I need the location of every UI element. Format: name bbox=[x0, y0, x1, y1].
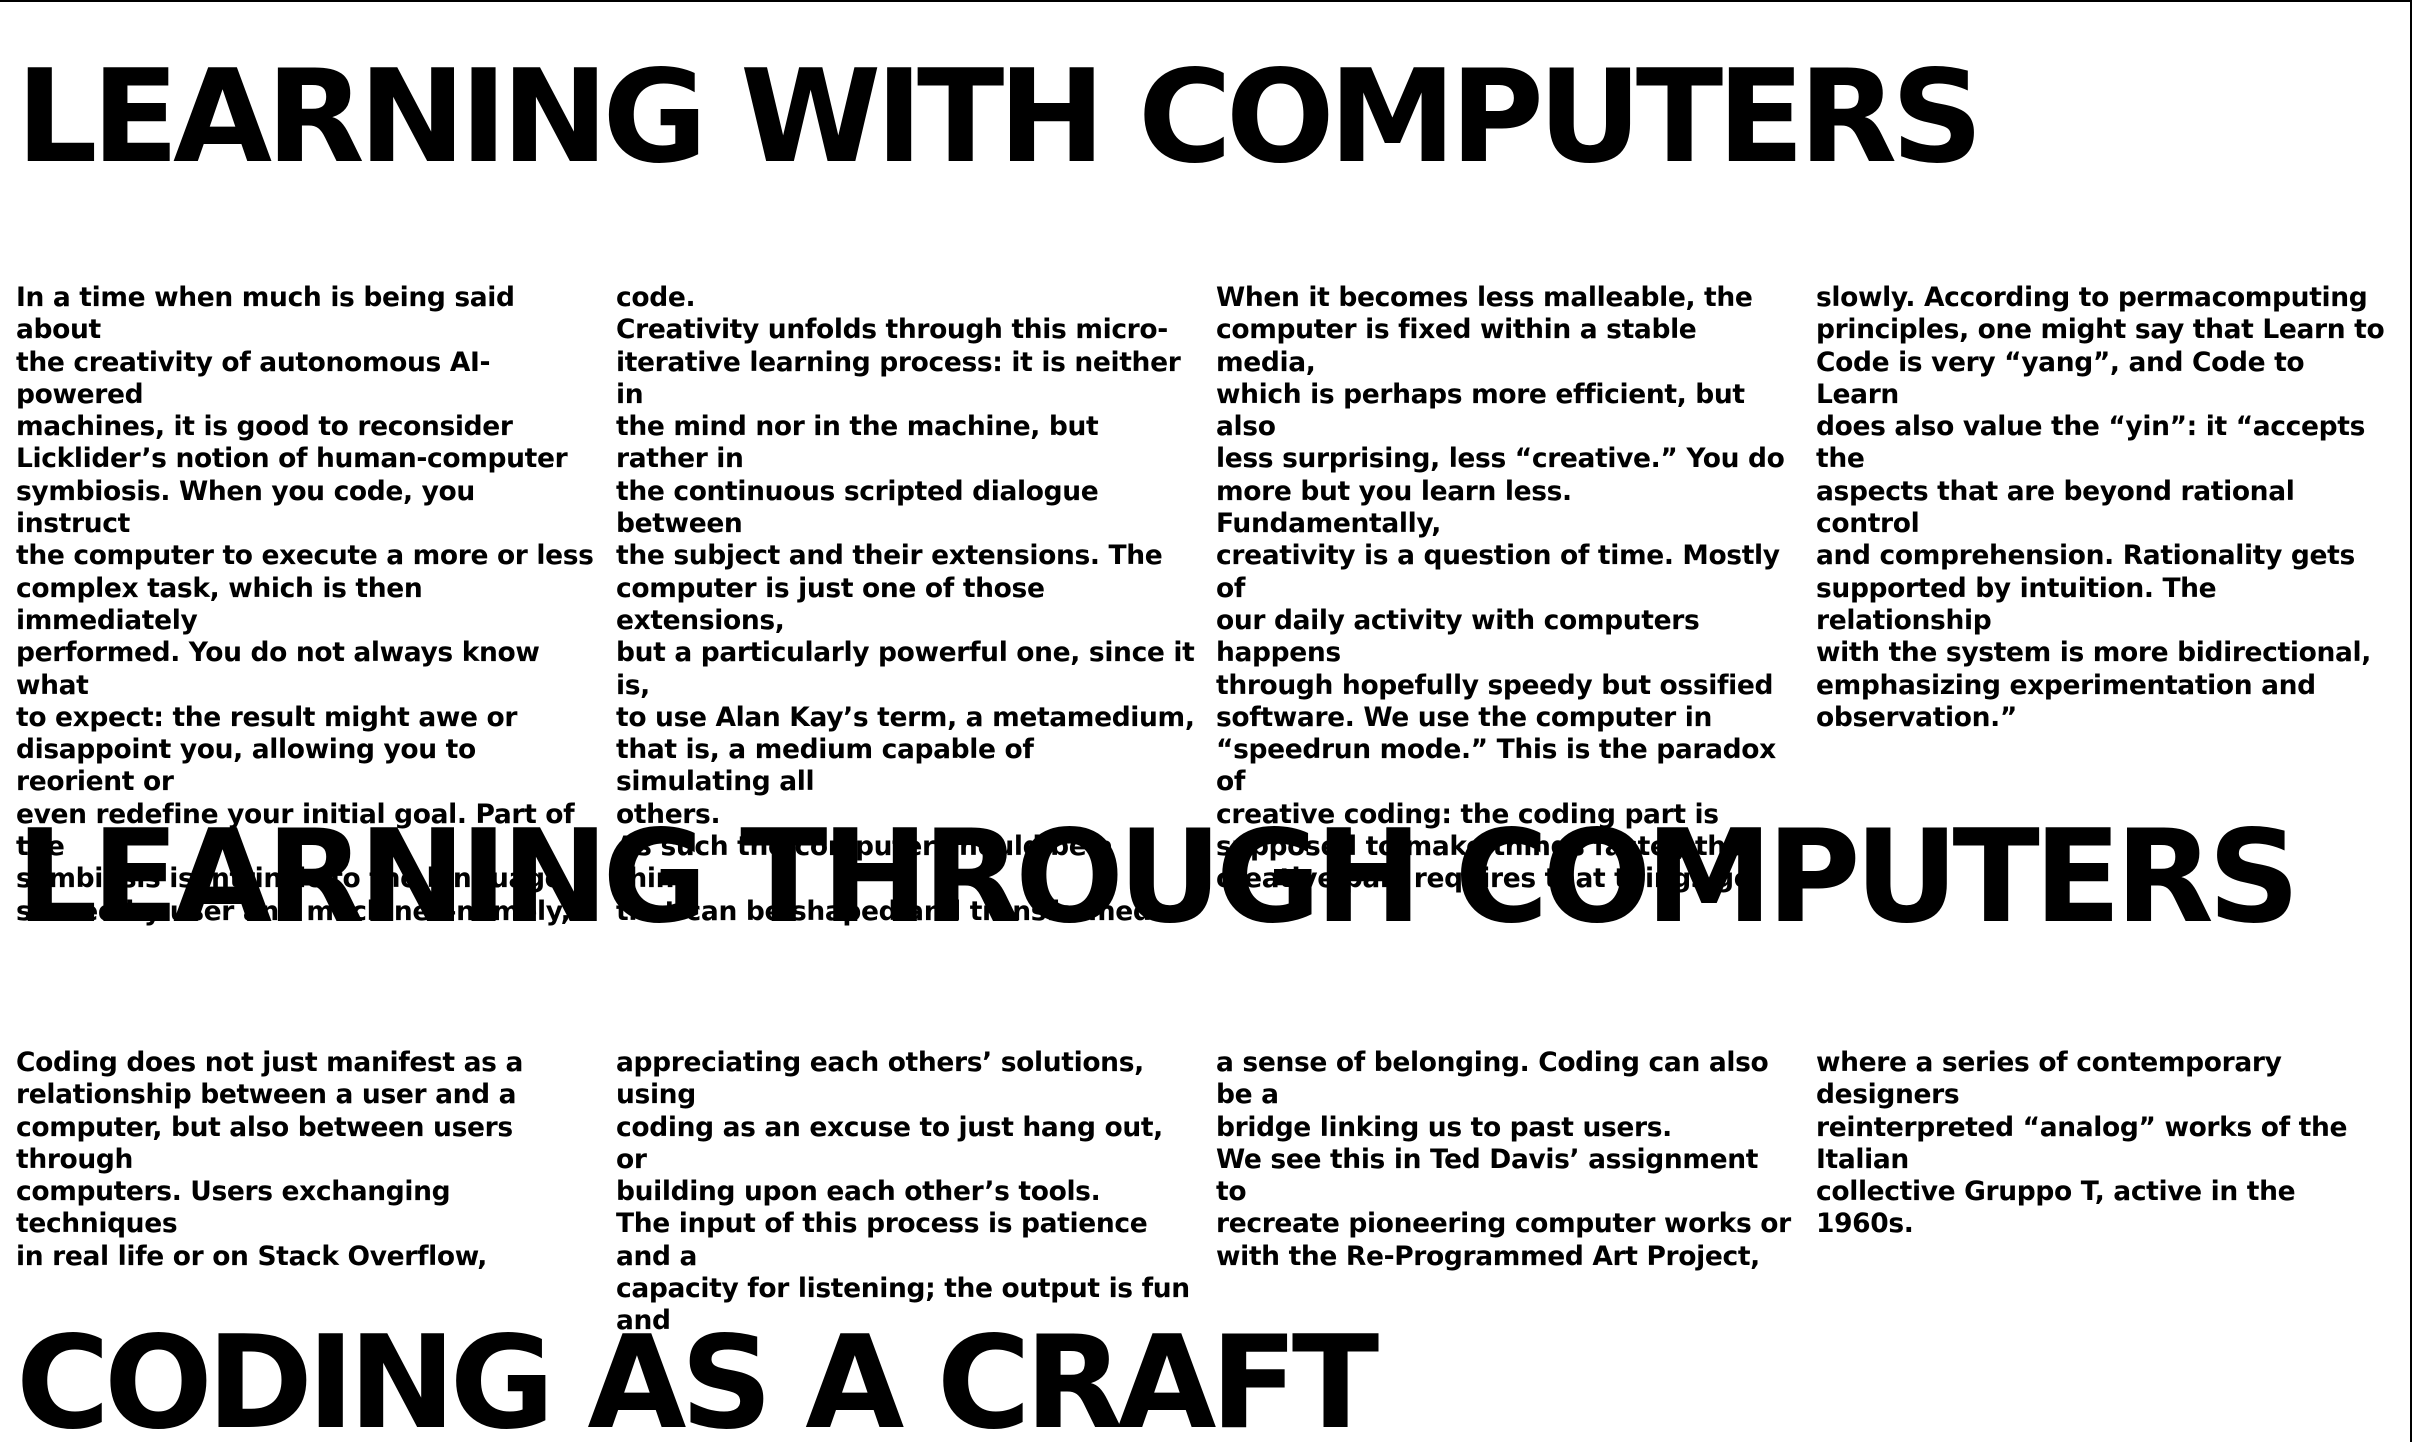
section-heading-learning-through-computers: LEARNING THROUGH COMPUTERS bbox=[16, 803, 2300, 952]
section-heading-learning-with-computers: LEARNING WITH COMPUTERS bbox=[16, 43, 1983, 192]
section-heading-coding-as-a-craft: CODING AS A CRAFT bbox=[16, 1309, 1379, 1443]
text-column-1: Coding does not just manifest as a relat… bbox=[16, 1047, 523, 1272]
text-column-3: a sense of belonging. Coding can also be… bbox=[1216, 1047, 1791, 1272]
article-page: LEARNING WITH COMPUTERS In a time when m… bbox=[0, 0, 2412, 1442]
text-column-2: appreciating each others’ solutions, usi… bbox=[616, 1047, 1190, 1337]
section-body-learning-through-computers: Coding does not just manifest as a relat… bbox=[16, 1047, 2410, 1338]
text-column-4: where a series of contemporary designers… bbox=[1816, 1047, 2348, 1240]
